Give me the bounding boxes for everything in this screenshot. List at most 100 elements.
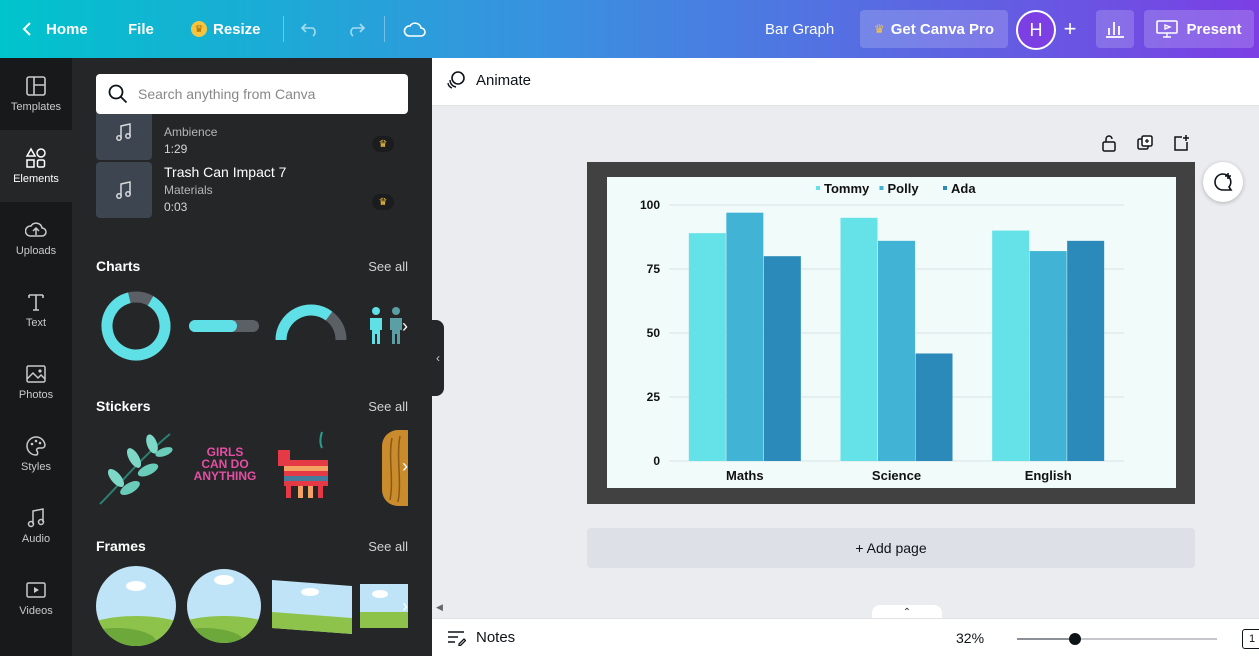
leaf-branch-sticker[interactable] (96, 428, 176, 508)
search-input[interactable] (138, 86, 388, 102)
toolbar-divider (283, 16, 284, 42)
stickers-next-button[interactable]: › (394, 446, 416, 486)
rail-item-styles[interactable]: Styles (0, 418, 72, 490)
home-button[interactable]: Home (22, 0, 88, 58)
templates-icon (26, 76, 46, 96)
gauge-thumbnail[interactable] (275, 302, 347, 344)
see-all-charts-link[interactable]: See all (368, 259, 408, 274)
section-title-frames: Frames (96, 538, 146, 554)
notes-button[interactable]: Notes (446, 629, 515, 646)
side-rail: Templates Elements Uploads Text Photos S… (0, 58, 72, 656)
rail-item-text[interactable]: Text (0, 274, 72, 346)
top-toolbar: Home File ♛ Resize Bar Graph ♛ Get Canva… (0, 0, 1259, 58)
legend-label-tommy: Tommy (824, 181, 870, 196)
chevron-right-icon: › (402, 595, 408, 616)
audio-icon (27, 508, 45, 528)
tilted-frame-thumbnail[interactable] (272, 578, 352, 634)
present-button[interactable]: Present (1144, 10, 1254, 48)
elements-icon (25, 147, 46, 168)
add-page-label: + Add page (855, 540, 927, 556)
undo-button[interactable] (300, 0, 320, 58)
crown-icon: ♛ (372, 136, 394, 152)
circle-frame-thumbnail[interactable] (96, 566, 176, 646)
bar-chart-element[interactable]: 0 25 50 75 100 Maths Science English Tommy Polly A… (607, 177, 1176, 488)
audio-duration: 1:29 (164, 142, 188, 156)
get-canva-pro-button[interactable]: ♛ Get Canva Pro (860, 10, 1008, 48)
y-tick-label: 100 (640, 198, 660, 212)
y-tick-label: 0 (653, 454, 660, 468)
avatar[interactable]: H (1016, 10, 1056, 50)
frames-next-button[interactable]: › (394, 586, 416, 626)
bar-polly-science (878, 240, 915, 461)
rail-item-videos[interactable]: Videos (0, 562, 72, 634)
rail-label: Text (25, 317, 47, 329)
girls-can-do-anything-sticker[interactable]: GIRLS CAN DO ANYTHING (190, 446, 260, 482)
file-label: File (128, 20, 154, 38)
add-page-icon[interactable] (1172, 134, 1190, 152)
chevron-up-icon: ⌃ (902, 606, 912, 618)
insights-button[interactable] (1096, 10, 1134, 48)
list-item[interactable]: Trash Can Impact 7 Materials 0:03 ♛ (96, 162, 408, 218)
expand-pages-button[interactable]: ⌃ (872, 605, 942, 619)
y-tick-label: 75 (647, 262, 661, 276)
rail-item-templates[interactable]: Templates (0, 58, 72, 130)
charts-next-button[interactable]: › (394, 306, 416, 346)
x-tick-label: Maths (726, 468, 764, 483)
bar-ada-science (915, 353, 953, 461)
rail-label: Photos (18, 389, 54, 401)
bar-tommy-english (992, 230, 1030, 461)
section-title-stickers: Stickers (96, 398, 151, 414)
add-comment-button[interactable] (1203, 162, 1243, 202)
x-tick-label: Science (872, 468, 921, 483)
sticker-text-line: ANYTHING (193, 469, 257, 483)
progress-bar-thumbnail[interactable] (189, 318, 259, 334)
audio-category: Ambience (164, 125, 218, 139)
see-all-frames-link[interactable]: See all (368, 539, 408, 554)
scroll-left-arrow[interactable]: ◀ (436, 602, 443, 613)
design-page[interactable]: 0 25 50 75 100 Maths Science English Tommy Polly A… (587, 162, 1195, 504)
animate-button[interactable]: Animate (446, 70, 531, 90)
avatar-initial: H (1029, 19, 1043, 40)
y-tick-label: 25 (647, 390, 661, 404)
share-add-button[interactable]: + (1053, 12, 1087, 46)
rail-item-audio[interactable]: Audio (0, 490, 72, 562)
add-page-button[interactable]: + Add page (587, 528, 1195, 568)
rail-item-photos[interactable]: Photos (0, 346, 72, 418)
context-toolbar: Animate (432, 58, 1259, 106)
lock-icon[interactable] (1100, 134, 1118, 152)
rail-label: Elements (13, 173, 59, 185)
file-menu-button[interactable]: File (128, 0, 154, 58)
x-tick-label: English (1025, 468, 1072, 483)
rail-label: Audio (21, 533, 51, 545)
chevron-right-icon: › (402, 315, 408, 336)
chevron-left-icon (22, 22, 31, 36)
page-count-button[interactable]: 1 (1242, 629, 1259, 649)
collapse-panel-button[interactable]: ‹ (432, 320, 444, 396)
bar-tommy-maths (688, 233, 726, 461)
rail-label: Templates (10, 101, 62, 113)
scalloped-frame-thumbnail[interactable] (184, 566, 264, 646)
audio-category: Materials (164, 183, 213, 197)
rail-item-elements[interactable]: Elements (0, 130, 72, 202)
rail-label: Styles (21, 461, 51, 473)
legend-swatch-ada (943, 186, 947, 190)
videos-icon (26, 582, 46, 598)
zoom-level[interactable]: 32% (956, 630, 984, 646)
donut-chart-thumbnail[interactable] (100, 290, 172, 362)
legend-label-ada: Ada (951, 181, 976, 196)
zoom-slider-handle[interactable] (1069, 633, 1081, 645)
pinata-sticker[interactable] (272, 430, 342, 502)
zoom-slider[interactable] (1017, 633, 1217, 645)
cloud-save-button[interactable] (403, 0, 427, 58)
notes-icon (448, 630, 466, 646)
rail-item-uploads[interactable]: Uploads (0, 202, 72, 274)
home-label: Home (46, 20, 88, 38)
animate-icon (447, 71, 465, 89)
see-all-stickers-link[interactable]: See all (368, 399, 408, 414)
elements-panel: Ambience 1:29 ♛ Trash Can Impact 7 Mater… (72, 58, 432, 656)
chevron-left-icon: ‹ (436, 351, 440, 365)
duplicate-page-icon[interactable] (1136, 134, 1154, 152)
redo-button[interactable] (346, 0, 366, 58)
resize-button[interactable]: ♛ Resize (191, 0, 261, 58)
document-title[interactable]: Bar Graph (765, 0, 834, 58)
